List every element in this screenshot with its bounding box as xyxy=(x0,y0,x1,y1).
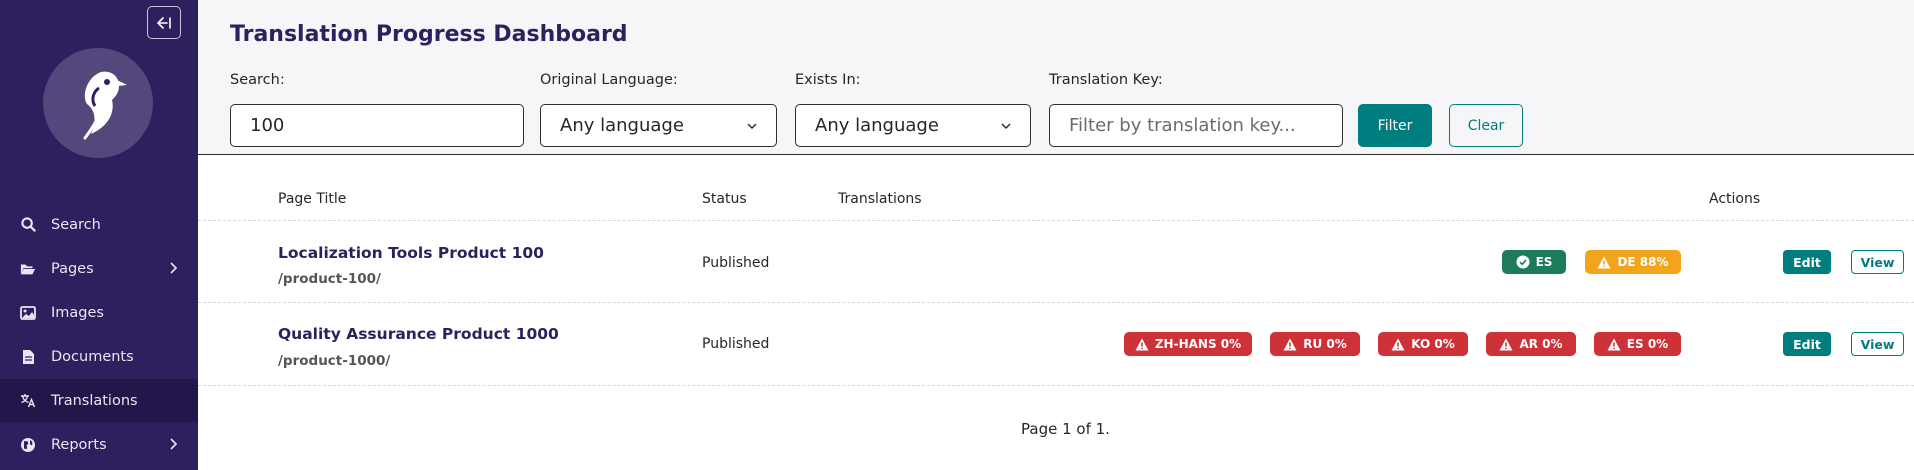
page-slug: /product-1000/ xyxy=(278,353,391,369)
exists-in-label: Exists In: xyxy=(795,72,861,88)
check-circle-icon xyxy=(1516,255,1530,269)
collapse-left-icon xyxy=(156,16,171,29)
edit-button[interactable]: Edit xyxy=(1783,332,1831,356)
sidebar-item-label: Images xyxy=(51,304,104,321)
language-icon xyxy=(20,393,36,409)
translation-key-input[interactable]: Filter by translation key... xyxy=(1049,104,1343,147)
translation-badge-ko[interactable]: KO 0% xyxy=(1378,332,1468,356)
globe-icon xyxy=(20,437,36,453)
divider xyxy=(198,385,1914,386)
column-header-translations: Translations xyxy=(838,191,922,207)
pagination-text: Page 1 of 1. xyxy=(1021,420,1110,438)
image-icon xyxy=(20,305,36,321)
warning-icon xyxy=(1597,256,1611,268)
sidebar-item-label: Translations xyxy=(51,392,138,409)
exists-in-select[interactable]: Any language xyxy=(795,104,1031,147)
chevron-right-icon xyxy=(170,262,178,274)
page-title-link[interactable]: Quality Assurance Product 1000 xyxy=(278,325,559,343)
translation-badge-es[interactable]: ES xyxy=(1502,250,1566,274)
chevron-down-icon xyxy=(747,123,757,130)
original-language-select[interactable]: Any language xyxy=(540,104,777,147)
filter-button[interactable]: Filter xyxy=(1358,104,1432,147)
translation-badge-es[interactable]: ES 0% xyxy=(1594,332,1681,356)
column-header-page-title: Page Title xyxy=(278,191,347,207)
document-icon xyxy=(20,349,36,365)
column-header-actions: Actions xyxy=(1709,191,1761,207)
original-language-value: Any language xyxy=(560,115,684,136)
badge-label: AR 0% xyxy=(1519,337,1563,351)
translation-badge-ar[interactable]: AR 0% xyxy=(1486,332,1576,356)
sidebar-item-label: Reports xyxy=(51,436,107,453)
view-button[interactable]: View xyxy=(1851,332,1904,356)
badge-label: ES 0% xyxy=(1626,337,1669,351)
search-label: Search: xyxy=(230,72,285,88)
sidebar-collapse-button[interactable] xyxy=(147,6,181,39)
warning-icon xyxy=(1391,338,1405,350)
badge-label: ZH-HANS 0% xyxy=(1154,337,1242,351)
bird-logo-icon xyxy=(83,71,127,140)
badge-label: ES xyxy=(1535,255,1553,269)
search-icon xyxy=(20,217,36,233)
divider xyxy=(198,302,1914,303)
sidebar-item-label: Search xyxy=(51,216,101,233)
original-language-label: Original Language: xyxy=(540,72,678,88)
search-input-value: 100 xyxy=(250,115,285,136)
search-input[interactable]: 100 xyxy=(230,104,524,147)
dashboard-header: Translation Progress Dashboard Search: 1… xyxy=(198,0,1914,155)
sidebar-item-pages[interactable]: Pages xyxy=(0,247,198,290)
sidebar: Search Pages Images Documents Translatio… xyxy=(0,0,198,470)
translation-badge-de[interactable]: DE 88% xyxy=(1585,250,1681,274)
warning-icon xyxy=(1499,338,1513,350)
exists-in-value: Any language xyxy=(815,115,939,136)
column-header-status: Status xyxy=(702,191,747,207)
sidebar-item-translations[interactable]: Translations xyxy=(0,379,198,422)
chevron-down-icon xyxy=(1001,123,1011,130)
sidebar-item-images[interactable]: Images xyxy=(0,291,198,334)
badge-label: KO 0% xyxy=(1411,337,1455,351)
divider xyxy=(198,220,1914,221)
page-title: Translation Progress Dashboard xyxy=(230,22,628,47)
badge-label: RU 0% xyxy=(1303,337,1347,351)
translation-key-placeholder: Filter by translation key... xyxy=(1069,115,1296,136)
sidebar-item-reports[interactable]: Reports xyxy=(0,423,198,466)
page-slug: /product-100/ xyxy=(278,271,381,287)
view-button[interactable]: View xyxy=(1851,250,1904,274)
clear-button[interactable]: Clear xyxy=(1449,104,1523,147)
status-text: Published xyxy=(702,255,770,271)
sidebar-item-search[interactable]: Search xyxy=(0,203,198,246)
translation-badge-zh-hans[interactable]: ZH-HANS 0% xyxy=(1124,332,1252,356)
page-title-link[interactable]: Localization Tools Product 100 xyxy=(278,244,544,262)
sidebar-item-label: Documents xyxy=(51,348,134,365)
folder-open-icon xyxy=(20,261,36,277)
chevron-right-icon xyxy=(170,438,178,450)
sidebar-item-label: Pages xyxy=(51,260,94,277)
translation-key-label: Translation Key: xyxy=(1049,72,1163,88)
warning-icon xyxy=(1283,338,1297,350)
badge-label: DE 88% xyxy=(1617,255,1669,269)
logo[interactable] xyxy=(43,48,153,158)
warning-icon xyxy=(1607,338,1621,350)
edit-button[interactable]: Edit xyxy=(1783,250,1831,274)
status-text: Published xyxy=(702,336,770,352)
sidebar-item-documents[interactable]: Documents xyxy=(0,335,198,378)
translation-badge-ru[interactable]: RU 0% xyxy=(1270,332,1360,356)
warning-icon xyxy=(1135,338,1149,350)
